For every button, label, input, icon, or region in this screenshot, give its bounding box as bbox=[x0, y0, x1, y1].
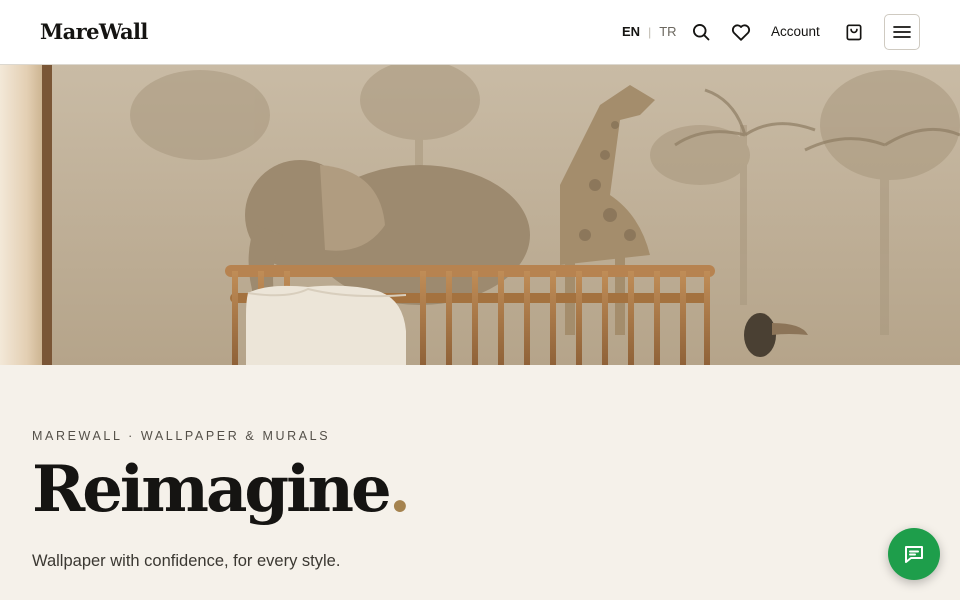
menu-icon bbox=[893, 26, 911, 38]
cart-button[interactable] bbox=[842, 20, 866, 44]
search-button[interactable] bbox=[689, 20, 713, 44]
chat-button[interactable] bbox=[888, 528, 940, 580]
hero-headline: Reimagine. bbox=[32, 458, 411, 522]
wishlist-button[interactable] bbox=[729, 20, 753, 44]
language-switcher: EN | TR bbox=[622, 24, 677, 39]
chat-icon bbox=[905, 546, 923, 563]
brand-logo[interactable]: MareWall bbox=[40, 19, 148, 44]
lang-separator: | bbox=[648, 24, 652, 39]
cart-icon bbox=[846, 24, 862, 41]
lang-tr[interactable]: TR bbox=[659, 24, 676, 39]
hero-subtitle: Wallpaper with confidence, for every sty… bbox=[32, 552, 341, 570]
headline-dot: . bbox=[388, 452, 411, 527]
account-link[interactable]: Account bbox=[771, 24, 820, 39]
search-icon bbox=[693, 24, 710, 41]
headline-word: Reimagine bbox=[32, 452, 392, 527]
nursery-mural-image bbox=[0, 65, 960, 365]
menu-button[interactable] bbox=[884, 14, 920, 50]
heart-icon bbox=[731, 24, 751, 41]
hero-image bbox=[0, 65, 960, 365]
eyebrow-text: MAREWALL · WALLPAPER & MURALS bbox=[32, 429, 331, 443]
site-header: MareWall EN | TR Account bbox=[0, 0, 960, 65]
lang-en[interactable]: EN bbox=[622, 24, 640, 39]
